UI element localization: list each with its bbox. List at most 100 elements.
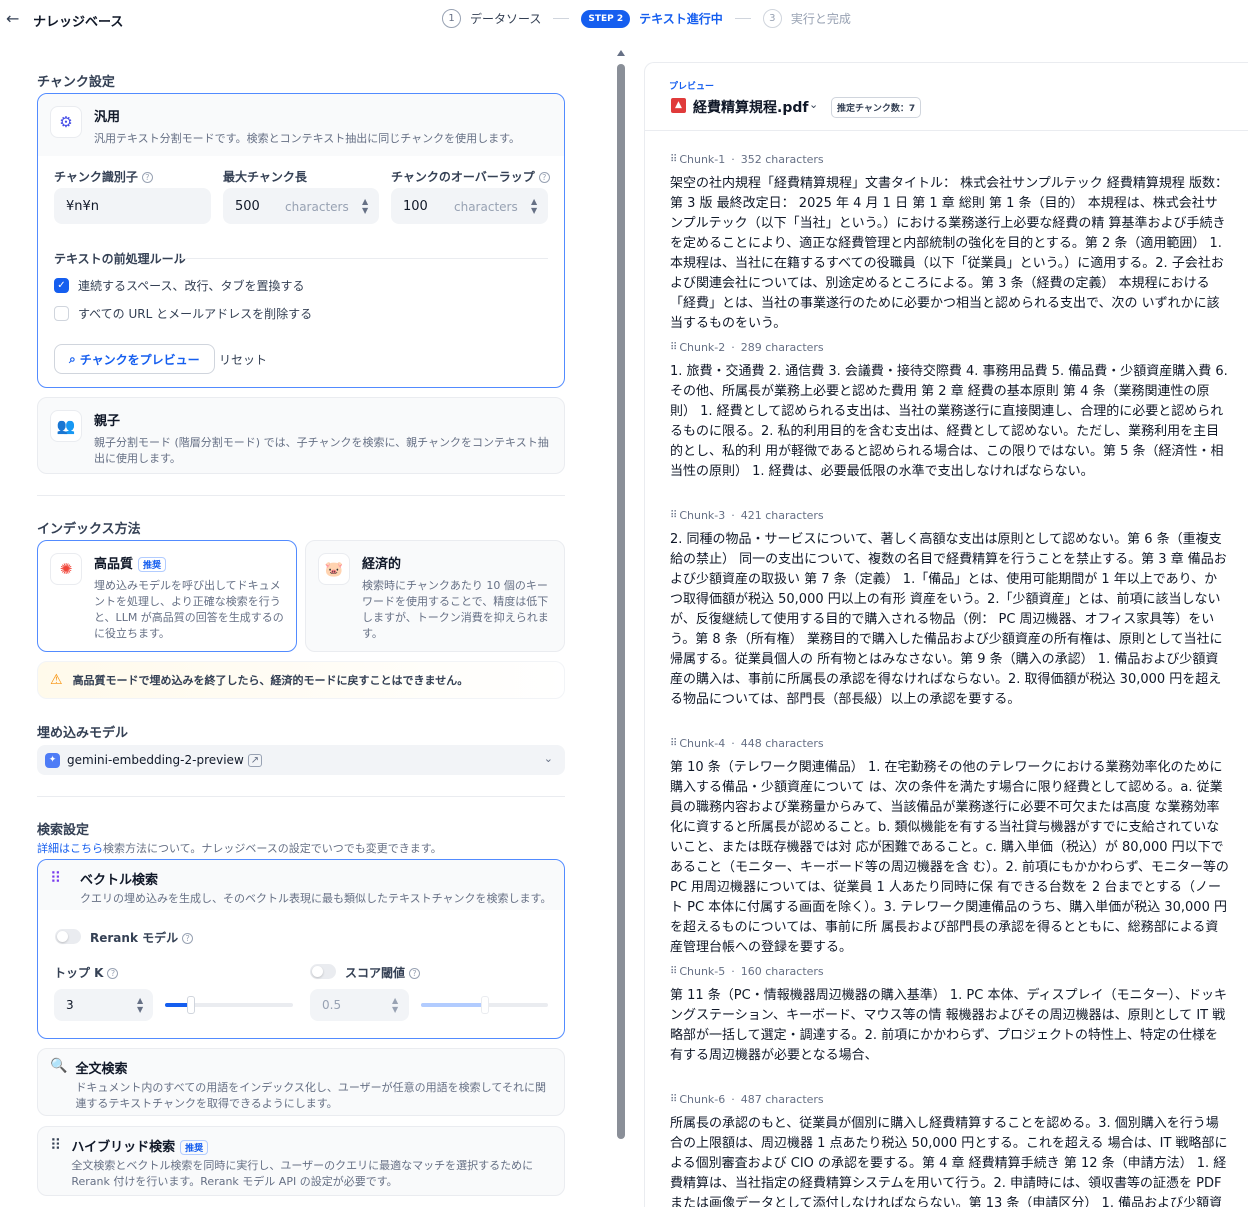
recommended-badge: 推奨 [180, 1140, 209, 1155]
pdf-icon: ▲ [671, 98, 686, 113]
vector-search-title: ベクトル検索 [80, 873, 159, 888]
scroll-up-arrow-icon[interactable] [617, 50, 625, 56]
score-threshold-label: スコア閾値? [345, 964, 421, 981]
hybrid-grid-icon: ⠿ [50, 1136, 61, 1154]
overlap-stepper[interactable]: ▲ ▼ [531, 197, 537, 215]
overlap-label: チャンクのオーバーラップ? [391, 168, 550, 185]
chunk-text: 架空の社内規程「経費精算規程」文書タイトル： 株式会社サンプルテック 経費精算規… [670, 176, 1229, 331]
external-icon: ↗ [247, 753, 263, 767]
learn-more-link[interactable]: 詳細はこちら [37, 842, 103, 855]
chunk-name: Chunk-2 [679, 341, 726, 354]
step-1-number: 1 [442, 9, 461, 28]
embedding-model-title: 埋め込みモデル [37, 726, 129, 741]
general-mode-title: 汎用 [94, 110, 121, 125]
help-icon[interactable]: ? [538, 172, 550, 183]
parent-child-header: 👥 親子 親子分割モード (階層分割モード) では、子チャンクを検索に、親チャン… [38, 398, 564, 479]
rule-replace-spaces[interactable]: ✓ 連続するスペース、改行、タブを置換する [54, 277, 305, 294]
page-title: ナレッジベース [33, 15, 124, 30]
score-threshold-toggle[interactable] [310, 964, 336, 979]
max-length-value: 500 [235, 198, 260, 214]
checkbox-checked-icon[interactable]: ✓ [54, 278, 69, 293]
high-quality-desc: 埋め込みモデルを呼び出してドキュメントを処理し、より正確な検索を行うと、LLM … [94, 579, 284, 640]
preview-chunks-button[interactable]: ⌕ チャンクをプレビュー [54, 344, 215, 374]
chunk-grid-icon: ⠿ [670, 738, 678, 749]
topk-slider[interactable] [165, 996, 293, 1014]
chunk-name: Chunk-4 [679, 737, 726, 750]
parent-child-mode-card[interactable]: 👥 親子 親子分割モード (階層分割モード) では、子チャンクを検索に、親チャン… [37, 397, 565, 474]
embedding-model-value: gemini-embedding-2-preview [67, 753, 244, 767]
chunk-card: ⠿ Chunk-3 · 421 characters 2. 同種の物品・サービスについ… [670, 509, 1230, 710]
hybrid-search-desc: 全文検索とベクトル検索を同時に実行し、ユーザーのクエリに最適なマッチを選択するた… [71, 1159, 534, 1188]
warning-icon: ⚠ [50, 672, 63, 688]
step-3-label: 実行と完成 [790, 12, 851, 26]
parent-child-desc: 親子分割モード (階層分割モード) では、子チャンクを検索に、親チャンクをコンテ… [94, 436, 549, 465]
chunk-card: ⠿ Chunk-4 · 448 characters 第 10 条（テレワーク関連備品… [670, 737, 1230, 958]
score-slider-thumb[interactable] [481, 996, 489, 1014]
economy-card[interactable]: 🐷 経済的 検索時にチャンクあたり 10 個のキーワードを使用することで、精度は… [305, 540, 565, 652]
section-divider [37, 495, 565, 496]
score-stepper[interactable]: ▲ ▼ [392, 996, 398, 1014]
fulltext-search-card[interactable]: 🔍 全文検索 ドキュメント内のすべての用語をインデックス化し、ユーザーが任意の用… [37, 1048, 565, 1116]
score-slider[interactable] [421, 996, 548, 1014]
retrieval-desc-text: 検索方法について。ナレッジベースの設定でいつでも変更できます。 [103, 842, 442, 855]
preview-panel: プレビュー ▲ 経費精算規程.pdf ⌄ 推定チャンク数：7 ⠿ Chunk-1 ·… [644, 62, 1248, 1207]
help-icon[interactable]: ? [141, 172, 153, 183]
reset-button[interactable]: リセット [205, 344, 281, 374]
fulltext-search-header: 🔍 全文検索 ドキュメント内のすべての用語をインデックス化し、ユーザーが任意の用… [38, 1049, 564, 1121]
settings-panel: チャンク設定 ⚙ 汎用 汎用テキスト分割モードです。検索とコンテキスト抽出に同じ… [0, 40, 612, 1207]
chunk-name: Chunk-5 [679, 965, 726, 978]
rule-replace-spaces-label: 連続するスペース、改行、タブを置換する [78, 279, 305, 293]
preview-label: プレビュー [669, 82, 715, 92]
economy-desc: 検索時にチャンクあたり 10 個のキーワードを使用することで、精度は低下しますが… [362, 579, 549, 640]
preprocess-divider [180, 258, 548, 259]
topk-stepper[interactable]: ▲ ▼ [137, 996, 143, 1014]
recommended-badge: 推奨 [138, 557, 167, 572]
delimiter-label: チャンク識別子? [54, 168, 153, 185]
chunk-chars: 448 characters [740, 737, 824, 750]
score-threshold-value: 0.5 [322, 998, 342, 1012]
chevron-down-icon[interactable]: ⌄ [809, 98, 818, 111]
chunk-text: 所属長の承認のもと、従業員が個別に購入し経費精算することを認める。3. 個別購入… [670, 1116, 1228, 1207]
help-icon[interactable]: ? [409, 968, 421, 979]
chunk-grid-icon: ⠿ [670, 342, 678, 353]
preprocess-label: テキストの前処理ルール [54, 252, 186, 266]
hybrid-search-card[interactable]: ⠿ ハイブリッド検索 推奨 全文検索とベクトル検索を同時に実行し、ユーザーのクエリ… [37, 1126, 565, 1196]
search-icon: ⌕ [69, 351, 76, 366]
rerank-toggle[interactable] [55, 929, 81, 944]
general-mode-header: ⚙ 汎用 汎用テキスト分割モードです。検索とコンテキスト抽出に同じチャンクを使用… [38, 94, 564, 156]
help-icon[interactable]: ? [182, 933, 194, 944]
chunk-name: Chunk-1 [679, 153, 726, 166]
vector-search-header: ⠿ ベクトル検索 クエリの埋め込みを生成し、そのベクトル表現に最も類似したテキス… [38, 860, 564, 910]
step-divider [553, 18, 570, 19]
help-icon[interactable]: ? [107, 968, 119, 979]
preview-chunks-label: チャンクをプレビュー [79, 352, 200, 367]
topk-value: 3 [66, 998, 74, 1012]
chunk-header: ⠿ Chunk-5 · 160 characters [670, 965, 824, 978]
step-1-label: データソース [470, 12, 542, 26]
checkbox-unchecked-icon[interactable] [54, 306, 69, 321]
high-quality-title: 高品質 推奨 [94, 553, 284, 572]
document-search-icon: 🔍 [50, 1058, 68, 1074]
max-length-stepper[interactable]: ▲ ▼ [362, 197, 368, 215]
chunk-text: 1. 旅費・交通費 2. 通信費 3. 会議費・接待交際費 4. 事務用品費 5… [670, 364, 1228, 479]
high-quality-card[interactable]: ✺ 高品質 推奨 埋め込みモデルを呼び出してドキュメントを処理し、より正確な検索を… [37, 540, 297, 652]
preview-file-name[interactable]: 経費精算規程.pdf [693, 97, 808, 117]
chunk-name: Chunk-6 [679, 1093, 726, 1106]
rerank-label: Rerank モデル? [90, 929, 194, 946]
economy-header: 🐷 経済的 検索時にチャンクあたり 10 個のキーワードを使用することで、精度は… [306, 541, 564, 654]
step-2-label: テキスト進行中 [639, 12, 723, 26]
chunk-grid-icon: ⠿ [670, 154, 678, 165]
parent-child-icon: 👥 [50, 410, 82, 442]
scrollbar[interactable] [617, 50, 625, 1207]
chunk-card: ⠿ Chunk-5 · 160 characters 第 11 条（PC・情報機器周辺… [670, 965, 1230, 1066]
scrollbar-thumb[interactable] [617, 64, 625, 1139]
rule-remove-urls[interactable]: すべての URL とメールアドレスを削除する [54, 305, 312, 322]
topk-slider-thumb[interactable] [187, 996, 195, 1014]
embedding-model-select[interactable]: ✦ gemini-embedding-2-preview ↗ ⌄ [37, 745, 565, 775]
delimiter-input[interactable]: ¥n¥n [54, 188, 211, 224]
chunk-text: 第 11 条（PC・情報機器周辺機器の購入基準） 1. PC 本体、ディスプレイ… [670, 988, 1228, 1063]
chunk-chars: 160 characters [740, 965, 824, 978]
chunk-grid-icon: ⠿ [670, 966, 678, 977]
chunk-header: ⠿ Chunk-4 · 448 characters [670, 737, 824, 750]
back-arrow-icon[interactable]: ← [6, 9, 19, 28]
